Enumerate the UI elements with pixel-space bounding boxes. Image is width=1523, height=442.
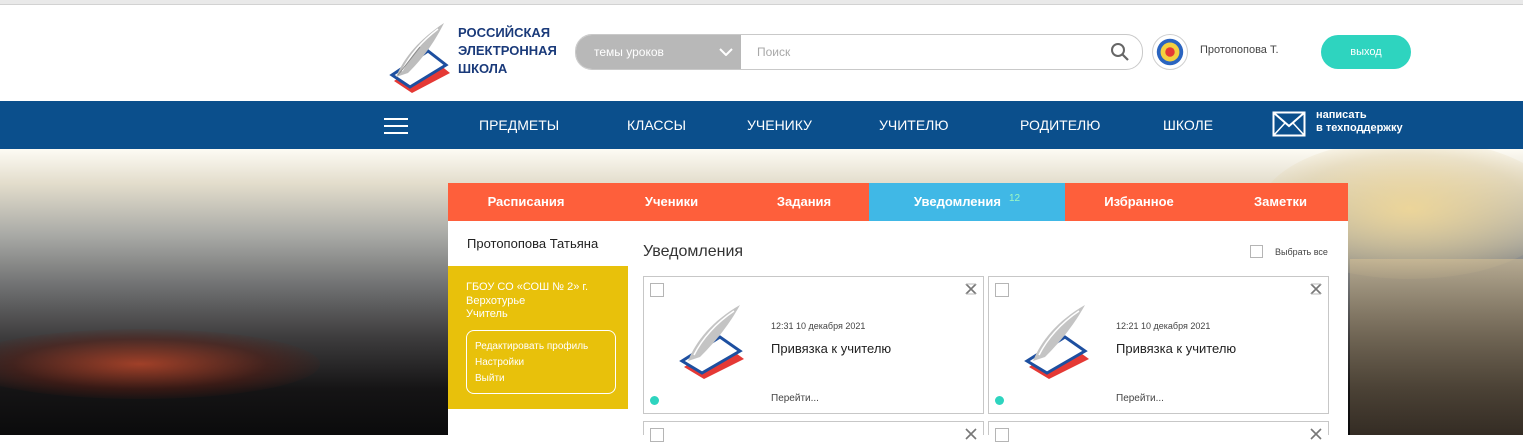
notifications-title: Уведомления [643, 243, 744, 260]
notification-checkbox[interactable] [995, 283, 1009, 297]
close-icon[interactable] [1310, 428, 1322, 440]
logo-line-1: РОССИЙСКАЯ [458, 25, 551, 40]
exit-button[interactable]: выход [1321, 35, 1411, 69]
notification-checkbox[interactable] [650, 283, 664, 297]
logout-link[interactable]: Выйти [475, 371, 615, 387]
logo-line-3: ШКОЛА [458, 61, 508, 76]
close-icon[interactable] [965, 283, 977, 295]
notification-go-link[interactable]: Перейти... [1116, 393, 1164, 404]
close-icon[interactable] [1310, 283, 1322, 295]
res-logo-icon[interactable] [386, 17, 458, 93]
tab-notifications[interactable]: Уведомления 12 [869, 183, 1065, 221]
tab-favorites[interactable]: Избранное [1065, 183, 1213, 221]
main-nav: ПРЕДМЕТЫ КЛАССЫ УЧЕНИКУ УЧИТЕЛЮ РОДИТЕЛЮ… [0, 101, 1523, 149]
nav-item-student[interactable]: УЧЕНИКУ [747, 101, 812, 149]
support-line-2: в техподдержку [1316, 122, 1403, 134]
nav-item-parent[interactable]: РОДИТЕЛЮ [1020, 101, 1100, 149]
logo-line-2: ЭЛЕКТРОННАЯ [458, 43, 557, 58]
school-emblem-avatar[interactable] [1152, 34, 1188, 70]
notifications-count-badge: 12 [1008, 193, 1021, 204]
unread-indicator [995, 396, 1004, 405]
unread-indicator [650, 396, 659, 405]
res-logo-icon [679, 305, 744, 379]
tab-schedules[interactable]: Расписания [448, 183, 604, 221]
profile-school: ГБОУ СО «СОШ № 2» г. Верхотурье [466, 281, 589, 307]
tab-notes[interactable]: Заметки [1213, 183, 1348, 221]
notification-title: Привязка к учителю [1116, 341, 1237, 356]
settings-link[interactable]: Настройки [475, 355, 615, 371]
support-link[interactable]: написать в техподдержку [1316, 109, 1403, 135]
notification-checkbox[interactable] [650, 428, 664, 442]
notification-card[interactable]: 12:31 10 декабря 2021 Привязка к учителю… [643, 276, 984, 414]
edit-profile-link[interactable]: Редактировать профиль [475, 339, 615, 355]
support-line-1: написать [1316, 109, 1367, 121]
tabs-bar: Расписания Ученики Задания Уведомления 12… [448, 183, 1348, 221]
cabinet-panel: Расписания Ученики Задания Уведомления 12… [448, 183, 1348, 442]
select-all-label[interactable]: Выбрать все [1275, 247, 1328, 257]
profile-menu: Редактировать профиль Настройки Выйти [466, 330, 616, 394]
notification-card[interactable] [988, 421, 1329, 442]
res-logo-icon [1024, 305, 1089, 379]
notification-time: 12:31 10 декабря 2021 [771, 321, 866, 331]
tab-notifications-label: Уведомления [913, 194, 1001, 209]
nav-item-teacher[interactable]: УЧИТЕЛЮ [879, 101, 949, 149]
menu-icon[interactable] [384, 118, 408, 134]
logo-text[interactable]: РОССИЙСКАЯ ЭЛЕКТРОННАЯ ШКОЛА [458, 24, 568, 78]
user-name[interactable]: Протопопова Т. [1200, 44, 1279, 56]
select-all-checkbox[interactable] [1250, 245, 1263, 258]
search-category-select[interactable]: темы уроков [576, 35, 741, 69]
profile-name: Протопопова Татьяна [467, 236, 599, 251]
notification-time: 12:21 10 декабря 2021 [1116, 321, 1211, 331]
search-input[interactable] [741, 35, 1101, 69]
search-icon[interactable] [1110, 42, 1130, 62]
chevron-down-icon [719, 48, 733, 56]
profile-role: Учитель [466, 308, 508, 320]
notification-checkbox[interactable] [995, 428, 1009, 442]
nav-item-school[interactable]: ШКОЛЕ [1163, 101, 1213, 149]
nav-item-classes[interactable]: КЛАССЫ [627, 101, 686, 149]
mail-icon[interactable] [1272, 111, 1306, 137]
notification-card[interactable]: 12:21 10 декабря 2021 Привязка к учителю… [988, 276, 1329, 414]
profile-card: ГБОУ СО «СОШ № 2» г. Верхотурье Учитель … [448, 266, 628, 409]
notification-go-link[interactable]: Перейти... [771, 393, 819, 404]
notification-card[interactable] [643, 421, 984, 442]
nav-item-subjects[interactable]: ПРЕДМЕТЫ [479, 101, 559, 149]
site-header: РОССИЙСКАЯ ЭЛЕКТРОННАЯ ШКОЛА темы уроков… [0, 5, 1523, 101]
notification-title: Привязка к учителю [771, 341, 892, 356]
close-icon[interactable] [965, 428, 977, 440]
search-category-label: темы уроков [594, 45, 664, 59]
tab-students[interactable]: Ученики [604, 183, 739, 221]
tab-tasks[interactable]: Задания [739, 183, 869, 221]
search-bar: темы уроков [575, 34, 1143, 70]
